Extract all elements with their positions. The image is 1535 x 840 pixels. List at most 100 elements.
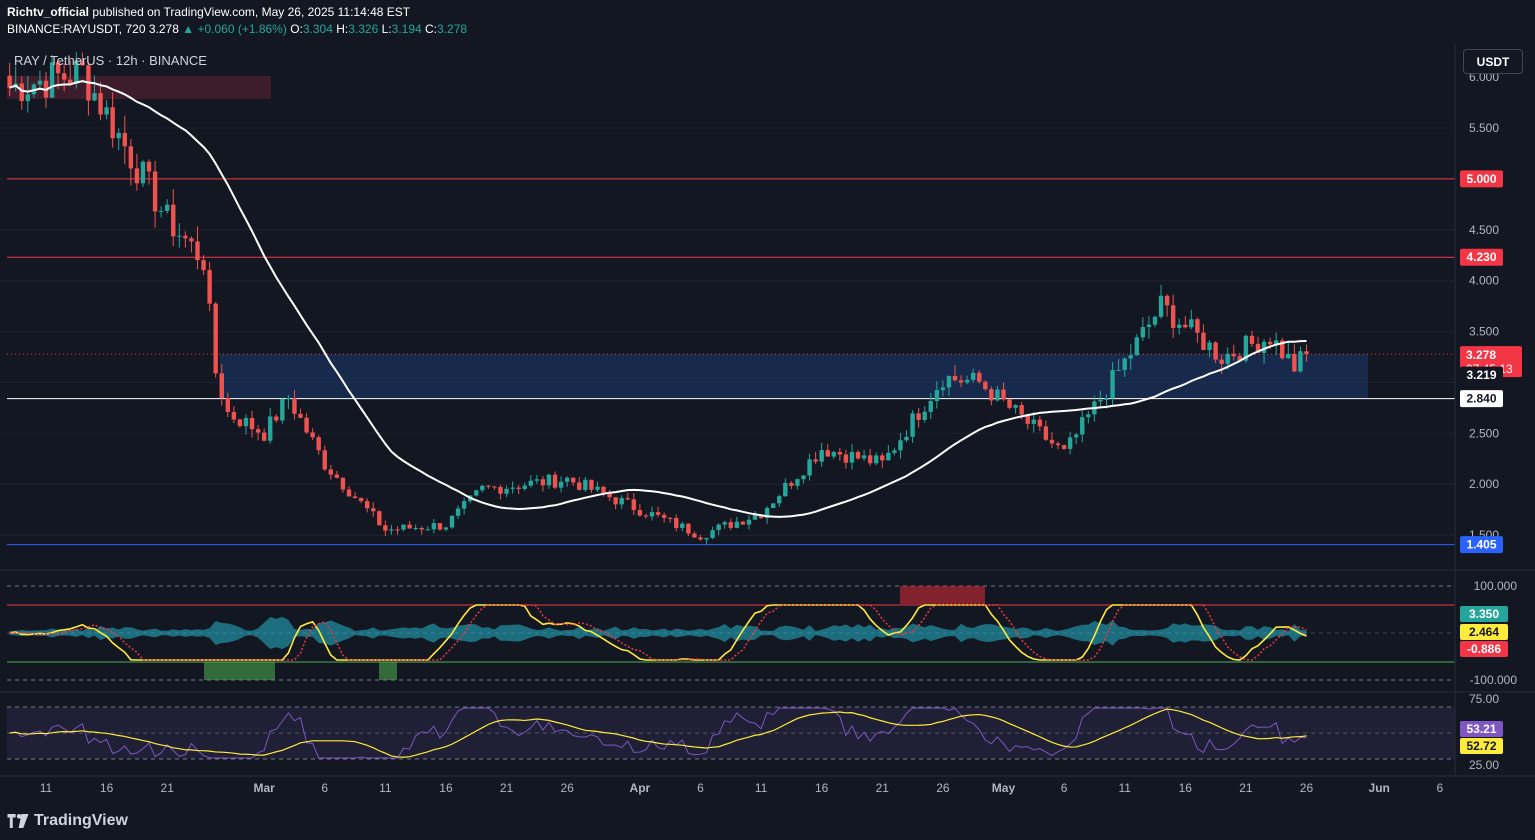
candle-body [189,238,194,242]
candle-body [777,496,782,504]
candle-body [492,486,497,488]
price-chart[interactable]: 6.0005.5004.5004.0003.5002.5002.0001.500… [0,0,1535,840]
moving-average [9,80,1307,518]
candle-body [261,432,267,441]
tradingview-logo[interactable]: TradingView [7,812,128,830]
candle-body [637,509,643,516]
candle-body [504,488,509,494]
up-triangle-icon: ▲ [182,22,195,36]
candle-body [437,523,443,530]
price-axis-tick: 4.500 [1469,223,1499,237]
time-axis-tick: Apr [630,781,651,795]
candle-body [455,508,461,516]
cci-axis-tick: 100.000 [1474,579,1518,593]
candle-body [934,390,940,402]
candle-body [801,475,806,480]
candle-body [734,521,740,528]
candle-body [1013,405,1018,408]
candle-body [401,524,406,530]
low-label: L: [381,22,392,36]
candle-body [152,171,158,212]
cci-oversold-highlight [204,662,275,680]
candle-body [1122,358,1127,370]
candle-body [746,519,752,525]
cci-oversold-highlight [379,662,397,680]
candle-body [110,107,115,139]
candle-body [619,498,624,505]
candle-body [540,479,546,486]
candle-body [280,398,285,421]
candle-body [249,418,255,430]
candle-body [1170,305,1176,328]
candle-body [449,515,455,528]
last-price-label: 3.278 [1466,348,1496,362]
candle-body [255,429,261,433]
candle-body [1067,437,1073,449]
candle-body [1086,414,1091,418]
candle-body [1140,327,1146,338]
price-level-label: 5.000 [1466,172,1496,186]
candle-body [158,210,164,212]
candle-body [1267,341,1273,345]
rsi-axis-tick: 25.00 [1469,758,1499,772]
time-axis-tick: 16 [100,781,114,795]
candle-body [383,525,388,531]
rsi-value-label: 53.21 [1466,722,1496,736]
candle-body [1304,351,1309,355]
candle-body [655,512,661,515]
candle-body [231,411,237,420]
candle-body [577,482,582,490]
candle-body [122,132,127,147]
candle-body [958,380,964,383]
candle-body [643,515,649,517]
candle-body [274,416,279,421]
candle-body [358,498,364,502]
candle-body [1213,342,1218,360]
candle-body [1128,355,1133,359]
candle-body [195,241,200,261]
candle-body [1152,316,1158,325]
chart-zones [0,76,1455,536]
candle-body [807,459,812,476]
candle-body [977,372,982,382]
candle-body [304,417,309,433]
author-name[interactable]: Richtv_official [7,5,89,19]
candle-body [898,440,903,451]
candle-body [340,477,346,490]
cci-value-label: 2.464 [1469,625,1499,639]
candle-body [1183,324,1188,328]
candle-body [625,498,630,500]
candle-body [425,529,430,531]
rsi-axis-tick: 75.00 [1469,692,1499,706]
candle-body [1031,419,1036,424]
candle-body [1043,426,1049,440]
publish-text: published on TradingView.com, May 26, 20… [92,5,411,19]
ohlc-info: BINANCE:RAYUSDT, 720 3.278 ▲ +0.060 (+1.… [7,22,467,36]
rsi-value-label: 52.72 [1466,739,1496,753]
candle-body [571,477,576,483]
candle-body [237,419,243,427]
candle-body [789,482,794,486]
time-axis-tick: 6 [321,781,328,795]
time-axis-tick: 6 [1436,781,1443,795]
candle-body [298,413,303,418]
open-label: O: [290,22,303,36]
candle-body [649,512,655,517]
price-axis-tick: 4.000 [1469,274,1499,288]
candle-body [1098,399,1103,402]
price-axis-tick: 2.000 [1469,477,1499,491]
candle-body [1110,370,1115,399]
candle-body [1080,417,1085,435]
candle-body [795,479,800,486]
candle-body [1231,353,1236,357]
candle-body [1189,319,1194,328]
currency-button[interactable]: USDT [1463,49,1523,74]
price-axis-tick: 5.500 [1469,121,1499,135]
candle-body [716,524,721,531]
candle-body [413,528,418,530]
candle-body [922,411,927,420]
candle-body [146,161,152,172]
high-value: 3.326 [348,22,379,36]
candle-body [613,497,618,505]
candle-body [128,146,134,169]
